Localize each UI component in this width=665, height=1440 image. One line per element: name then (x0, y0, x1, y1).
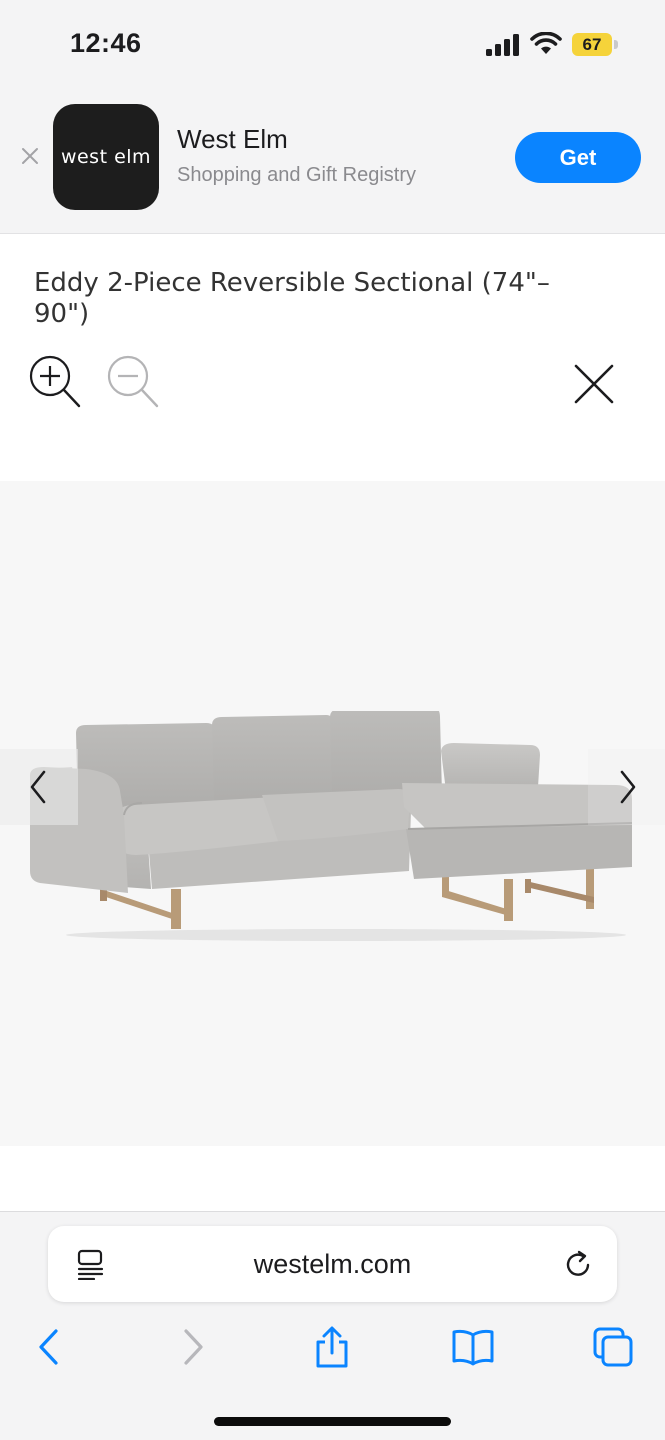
product-image-viewer[interactable] (0, 481, 665, 1146)
status-time: 12:46 (70, 28, 142, 58)
url-text[interactable]: westelm.com (48, 1226, 617, 1302)
status-bar: 12:46 67 (0, 0, 665, 92)
chevron-left-icon (30, 770, 46, 804)
tabs-icon[interactable] (591, 1325, 635, 1369)
bookmarks-icon[interactable] (451, 1325, 495, 1369)
close-icon[interactable] (572, 362, 616, 406)
wifi-icon (530, 32, 562, 54)
share-icon[interactable] (310, 1325, 354, 1369)
home-indicator (214, 1417, 451, 1426)
app-name: West Elm (177, 124, 288, 154)
previous-image-button[interactable] (0, 749, 78, 825)
zoom-in-icon[interactable] (27, 352, 83, 410)
get-app-button[interactable]: Get (515, 132, 641, 183)
product-title: Eddy 2-Piece Reversible Sectional (74"–9… (34, 268, 550, 329)
address-bar[interactable]: westelm.com (48, 1226, 617, 1302)
browser-bottom-bar: westelm.com (0, 1211, 665, 1440)
next-image-button[interactable] (588, 749, 665, 825)
reload-icon[interactable] (564, 1249, 594, 1279)
cellular-signal-icon (486, 34, 519, 56)
forward-icon[interactable] (171, 1325, 215, 1369)
app-icon-logo: west elm (60, 146, 152, 168)
back-icon[interactable] (27, 1325, 71, 1369)
app-banner: west elm West Elm Shopping and Gift Regi… (0, 92, 665, 234)
banner-close-icon[interactable] (18, 144, 42, 168)
battery-cap (614, 40, 618, 49)
chevron-right-icon (620, 770, 635, 804)
battery-indicator: 67 (572, 33, 612, 56)
product-image-sofa (30, 711, 633, 941)
app-icon[interactable]: west elm (53, 104, 159, 210)
app-subtitle: Shopping and Gift Registry (177, 164, 417, 186)
zoom-out-icon[interactable] (105, 352, 161, 410)
